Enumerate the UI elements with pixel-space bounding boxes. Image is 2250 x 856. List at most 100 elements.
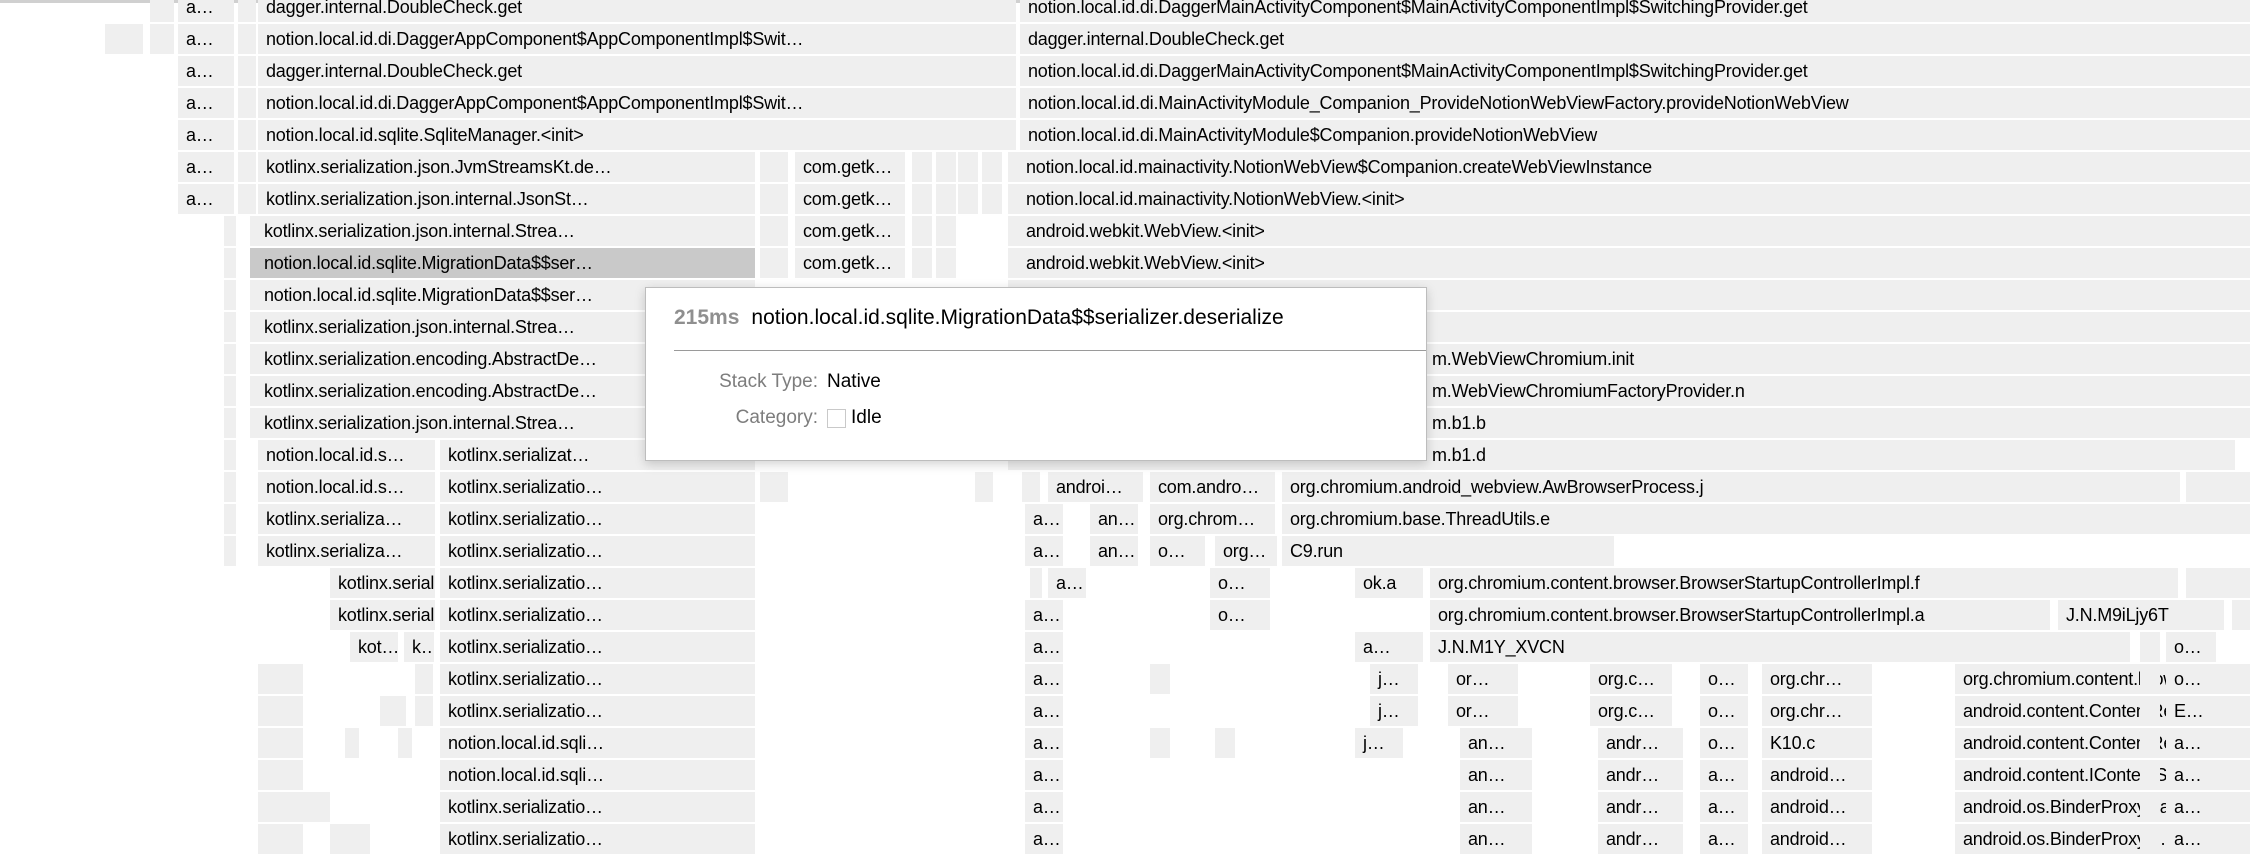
stack-frame[interactable]: kotlinx.serializatio… — [440, 504, 755, 534]
stack-frame[interactable] — [224, 344, 236, 374]
stack-frame[interactable]: notion.local.id.di.MainActivityModule_Co… — [1020, 88, 2250, 118]
stack-frame[interactable]: org.chr… — [1762, 664, 1872, 694]
stack-frame[interactable] — [2140, 728, 2160, 758]
stack-frame[interactable] — [936, 152, 956, 182]
stack-frame[interactable]: an… — [1090, 536, 1138, 566]
stack-frame[interactable] — [224, 280, 236, 310]
stack-frame[interactable]: o… — [1210, 568, 1270, 598]
stack-frame[interactable]: j… — [1370, 664, 1418, 694]
stack-frame[interactable] — [936, 216, 956, 246]
stack-frame[interactable]: a… — [1025, 600, 1063, 630]
stack-frame[interactable] — [224, 248, 236, 278]
stack-frame[interactable] — [998, 120, 1016, 150]
stack-frame[interactable] — [415, 696, 433, 726]
stack-frame[interactable]: kotlinx.serializatio… — [440, 696, 755, 726]
stack-frame[interactable]: a… — [2166, 760, 2216, 790]
stack-frame[interactable]: org.chromium.android_webview.AwBrowserPr… — [1282, 472, 2180, 502]
stack-frame[interactable]: kotlinx.serializatio… — [440, 632, 755, 662]
stack-frame[interactable]: a… — [1700, 760, 1748, 790]
stack-frame[interactable] — [330, 824, 370, 854]
stack-frame[interactable] — [912, 152, 932, 182]
stack-frame[interactable]: dagger.internal.DoubleCheck.get — [258, 56, 1004, 86]
stack-frame[interactable]: E… — [2166, 696, 2216, 726]
stack-frame[interactable] — [936, 184, 956, 214]
stack-frame[interactable]: com.getk… — [795, 248, 905, 278]
stack-frame[interactable]: andr… — [1598, 728, 1683, 758]
stack-frame[interactable]: a… — [1025, 664, 1063, 694]
stack-frame[interactable]: a… — [1025, 760, 1063, 790]
stack-frame[interactable] — [998, 88, 1016, 118]
stack-frame[interactable] — [258, 792, 303, 822]
stack-frame[interactable] — [2232, 600, 2250, 630]
stack-frame[interactable]: or… — [1448, 696, 1518, 726]
stack-frame[interactable] — [2186, 472, 2250, 502]
stack-frame[interactable]: kotlinx.serializatio… — [440, 792, 755, 822]
stack-frame[interactable]: o… — [1210, 600, 1270, 630]
stack-frame[interactable]: a… — [2166, 792, 2216, 822]
stack-frame[interactable] — [1022, 472, 1040, 502]
stack-frame[interactable]: o… — [1700, 664, 1748, 694]
stack-frame[interactable] — [415, 664, 433, 694]
stack-frame[interactable] — [975, 472, 993, 502]
stack-frame[interactable]: o… — [1700, 696, 1748, 726]
stack-frame[interactable] — [2140, 824, 2160, 854]
stack-frame[interactable] — [1150, 664, 1170, 694]
stack-frame[interactable]: k… — [404, 632, 434, 662]
stack-frame[interactable] — [258, 696, 303, 726]
stack-frame[interactable]: a… — [1025, 504, 1063, 534]
stack-frame[interactable] — [224, 536, 236, 566]
stack-frame[interactable]: C9.run — [1282, 536, 1614, 566]
stack-frame[interactable]: a… — [1025, 536, 1063, 566]
stack-frame[interactable] — [998, 0, 1016, 22]
stack-frame[interactable]: andr… — [1598, 824, 1683, 854]
stack-frame[interactable]: dagger.internal.DoubleCheck.get — [258, 0, 1004, 22]
stack-frame[interactable] — [760, 216, 788, 246]
stack-frame[interactable]: kotlinx.serialization.json.internal.Json… — [258, 184, 755, 214]
stack-frame[interactable] — [936, 248, 956, 278]
stack-frame[interactable]: a… — [1025, 696, 1063, 726]
stack-frame[interactable]: J.N.M1Y_XVCN — [1430, 632, 2130, 662]
stack-frame[interactable]: andr… — [1598, 792, 1683, 822]
stack-frame[interactable]: a… — [178, 88, 234, 118]
stack-frame[interactable]: a… — [1025, 792, 1063, 822]
stack-frame[interactable]: android… — [1762, 760, 1872, 790]
stack-frame[interactable]: notion.local.id.sqlite.MigrationData$$se… — [250, 248, 755, 278]
stack-frame[interactable] — [238, 24, 256, 54]
stack-frame[interactable]: dagger.internal.DoubleCheck.get — [1020, 24, 2250, 54]
stack-frame[interactable] — [760, 248, 788, 278]
stack-frame[interactable]: android.webkit.WebView.<init> — [1008, 248, 2250, 278]
stack-frame[interactable]: com.andro… — [1150, 472, 1275, 502]
stack-frame[interactable]: a… — [1025, 824, 1063, 854]
stack-frame[interactable] — [238, 120, 256, 150]
stack-frame[interactable] — [2140, 792, 2160, 822]
stack-frame[interactable]: an… — [1460, 824, 1532, 854]
stack-frame[interactable]: org… — [1215, 536, 1277, 566]
stack-frame[interactable] — [238, 184, 256, 214]
stack-frame[interactable] — [238, 88, 256, 118]
stack-frame[interactable] — [105, 24, 143, 54]
stack-frame[interactable]: kotlinx.serializatio… — [440, 472, 755, 502]
stack-frame[interactable] — [224, 440, 236, 470]
stack-frame[interactable] — [982, 152, 1002, 182]
stack-frame[interactable] — [238, 152, 256, 182]
stack-frame[interactable] — [224, 376, 236, 406]
stack-frame[interactable]: kotlinx.serializatio… — [440, 568, 755, 598]
stack-frame[interactable]: an… — [1090, 504, 1138, 534]
stack-frame[interactable]: K10.c — [1762, 728, 1872, 758]
stack-frame[interactable] — [224, 312, 236, 342]
stack-frame[interactable]: notion.local.id.sqlite.SqliteManager.<in… — [258, 120, 1004, 150]
stack-frame[interactable]: kotlinx.serial… — [330, 600, 435, 630]
stack-frame[interactable] — [2140, 696, 2160, 726]
stack-frame[interactable] — [258, 760, 303, 790]
stack-frame[interactable]: kotlinx.serialization.json.internal.Stre… — [250, 216, 755, 246]
stack-frame[interactable]: kotlinx.serializa… — [258, 536, 435, 566]
stack-frame[interactable] — [238, 0, 256, 22]
stack-frame[interactable] — [998, 56, 1016, 86]
stack-frame[interactable]: com.getk… — [795, 216, 905, 246]
stack-frame[interactable] — [982, 184, 1002, 214]
stack-frame[interactable]: android… — [1762, 792, 1872, 822]
stack-frame[interactable] — [150, 0, 174, 22]
stack-frame[interactable] — [998, 24, 1016, 54]
stack-frame[interactable] — [912, 248, 932, 278]
stack-frame[interactable]: a… — [178, 0, 234, 22]
